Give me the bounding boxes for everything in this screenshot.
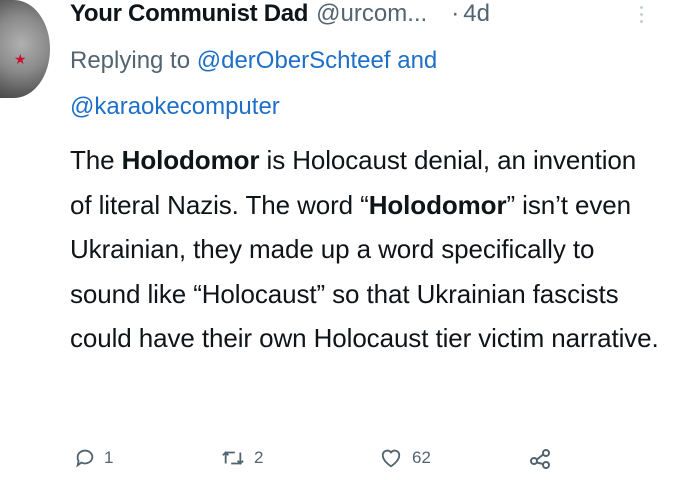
tweet-text: The Holodomor is Holocaust denial, an in… (70, 138, 660, 361)
share-icon (528, 446, 552, 470)
replying-to: Replying to @derOberSchteef and @karaoke… (70, 38, 670, 130)
retweet-button[interactable]: 2 (220, 447, 263, 469)
star-badge-icon: ★ (14, 51, 27, 67)
display-name[interactable]: Your Communist Dad (70, 0, 308, 28)
separator-dot: · (451, 0, 460, 27)
bold-term: Holodomor (121, 145, 260, 175)
heart-icon (378, 447, 404, 469)
retweet-count: 2 (254, 448, 264, 467)
like-count: 62 (412, 448, 431, 467)
reply-count: 1 (104, 448, 114, 467)
user-handle[interactable]: @urcom... (316, 0, 427, 28)
replying-and: and (397, 47, 438, 74)
reply-bubble-icon (74, 447, 96, 469)
avatar[interactable]: ★ (0, 0, 50, 98)
reply-button[interactable]: 1 (74, 447, 113, 469)
mention-link[interactable]: @derOberSchteef (197, 47, 391, 74)
bold-term: Holodomor (368, 189, 507, 220)
timestamp[interactable]: 4d (463, 0, 490, 28)
tweet: Your Communist Dad @urcom... · 4d Replyi… (70, 0, 670, 469)
like-button[interactable]: 62 (378, 447, 431, 469)
share-button[interactable] (528, 446, 552, 470)
more-dots-icon[interactable] (640, 6, 646, 23)
tweet-header: Your Communist Dad @urcom... · 4d (70, 0, 670, 34)
retweet-icon (220, 447, 246, 469)
tweet-text-segment: The (70, 145, 122, 175)
replying-prefix: Replying to (70, 47, 191, 74)
tweet-actions: 1 2 62 (70, 440, 670, 476)
mention-link[interactable]: @karaokecomputer (70, 93, 280, 120)
